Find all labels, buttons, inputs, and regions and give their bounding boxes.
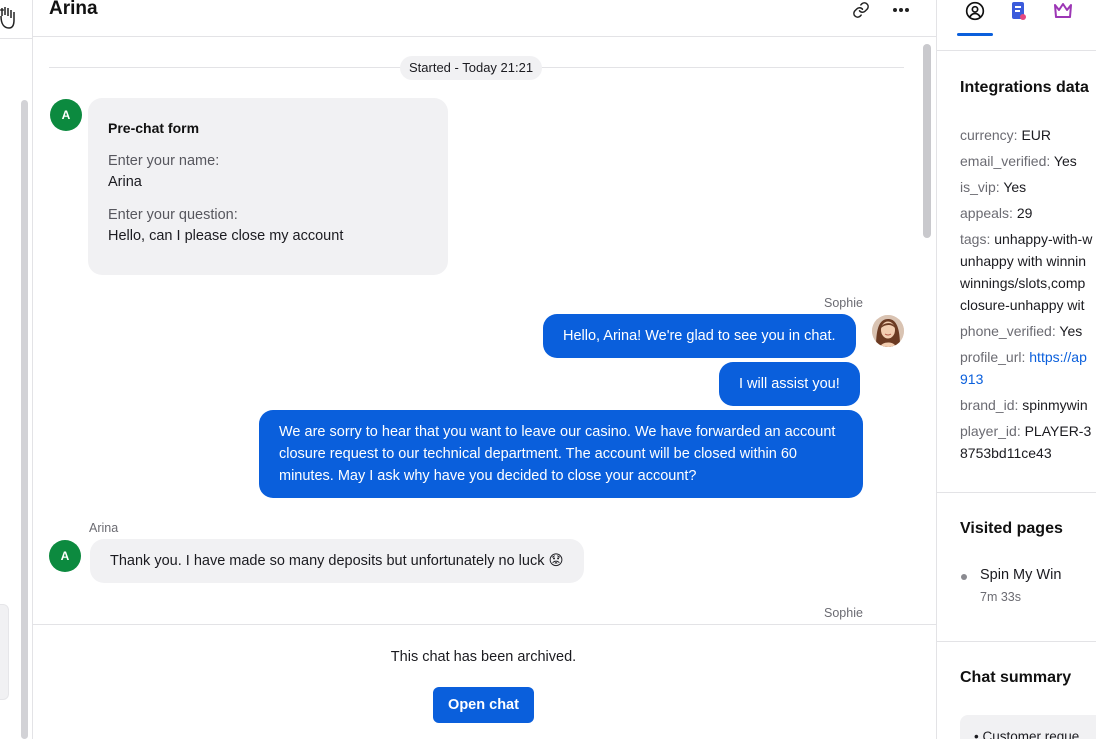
app-root: Arina Started - Today 21:21 A Pre-chat f… bbox=[0, 0, 1096, 739]
prechat-name-label: Enter your name: bbox=[108, 153, 220, 169]
messages-scrollbar[interactable] bbox=[923, 44, 931, 238]
document-icon bbox=[1012, 2, 1026, 20]
tab-notes[interactable] bbox=[1007, 0, 1031, 22]
details-tabs bbox=[937, 0, 1096, 51]
prechat-question-label: Enter your question: bbox=[108, 207, 238, 223]
tab-vip[interactable] bbox=[1051, 0, 1075, 22]
chat-started-label: Started - Today 21:21 bbox=[400, 56, 543, 80]
bullet-icon bbox=[961, 574, 967, 580]
prechat-title: Pre-chat form bbox=[108, 120, 200, 136]
integration-field: phone_verified: Yes bbox=[960, 323, 1083, 339]
prechat-form-card: Pre-chat form Enter your name: Arina Ent… bbox=[88, 98, 448, 275]
open-chat-button[interactable]: Open chat bbox=[433, 687, 534, 723]
tab-customer-details[interactable] bbox=[963, 0, 987, 22]
chat-header: Arina bbox=[33, 0, 936, 37]
customer-sender-name: Arina bbox=[89, 521, 119, 535]
integration-field: brand_id: spinmywin bbox=[960, 397, 1088, 413]
integration-field-profile-url: profile_url: https://ap 913 bbox=[960, 349, 1087, 387]
integration-field: is_vip: Yes bbox=[960, 179, 1027, 195]
profile-url-link[interactable]: 913 bbox=[960, 371, 983, 387]
details-panel: Integrations data currency: EUR email_ve… bbox=[936, 0, 1096, 739]
link-icon bbox=[853, 2, 869, 18]
hand-cursor-icon bbox=[0, 7, 15, 29]
integration-field: currency: EUR bbox=[960, 127, 1052, 143]
copy-link-button[interactable] bbox=[850, 0, 872, 20]
left-scrollbar[interactable] bbox=[21, 100, 28, 739]
profile-url-link[interactable]: https://ap bbox=[1029, 349, 1087, 365]
more-horizontal-icon bbox=[893, 8, 909, 12]
prechat-name-value: Arina bbox=[108, 174, 142, 190]
messages-area[interactable]: Started - Today 21:21 A Pre-chat form En… bbox=[33, 38, 936, 624]
customer-avatar: A bbox=[50, 99, 82, 131]
section-divider bbox=[937, 492, 1096, 493]
integration-field: email_verified: Yes bbox=[960, 153, 1077, 169]
chat-title: Arina bbox=[49, 0, 98, 19]
user-circle-icon bbox=[965, 1, 985, 21]
agent-sender-name: Sophie bbox=[824, 606, 863, 620]
prechat-question-value: Hello, can I please close my account bbox=[108, 228, 344, 244]
integration-field-player-id: player_id: PLAYER-3 8753bd11ce43 bbox=[960, 423, 1092, 461]
chat-summary-title: Chat summary bbox=[960, 669, 1072, 686]
crown-icon bbox=[1054, 3, 1072, 18]
left-divider bbox=[0, 38, 33, 39]
agent-avatar bbox=[872, 315, 904, 347]
archived-footer: This chat has been archived. Open chat bbox=[33, 624, 936, 739]
visited-page-title: Spin My Win bbox=[980, 567, 1062, 583]
more-options-button[interactable] bbox=[890, 0, 912, 20]
agent-message: We are sorry to hear that you want to le… bbox=[259, 410, 863, 498]
section-divider bbox=[937, 641, 1096, 642]
left-card[interactable] bbox=[0, 604, 9, 700]
active-tab-indicator bbox=[957, 33, 993, 36]
customer-message: Thank you. I have made so many deposits … bbox=[90, 539, 584, 583]
archived-notice: This chat has been archived. bbox=[390, 649, 577, 665]
agent-message: I will assist you! bbox=[719, 362, 860, 406]
integration-field-tags: tags: unhappy-with-w unhappy with winnin… bbox=[960, 231, 1093, 313]
visited-page-duration: 7m 33s bbox=[980, 590, 1021, 604]
chat-summary-card: • Customer reque bbox=[960, 715, 1096, 739]
customer-avatar: A bbox=[49, 540, 81, 572]
conversation-list-strip bbox=[0, 0, 33, 739]
agent-sender-name: Sophie bbox=[824, 296, 863, 310]
integrations-title: Integrations data bbox=[960, 79, 1089, 96]
visited-pages-title: Visited pages bbox=[960, 520, 1063, 537]
integration-field: appeals: 29 bbox=[960, 205, 1033, 221]
agent-message: Hello, Arina! We're glad to see you in c… bbox=[543, 314, 856, 358]
